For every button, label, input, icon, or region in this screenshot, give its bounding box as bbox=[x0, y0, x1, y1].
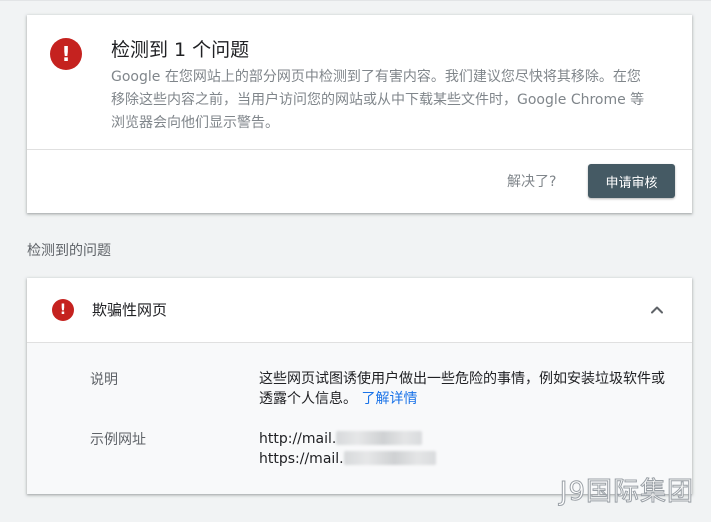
problem-detail-card: ! 欺骗性网页 说明 这些网页试图诱使用户做出一些危险的事情，例如安装垃圾软件或… bbox=[27, 278, 692, 494]
watermark-logo: J9国际集团 bbox=[559, 477, 694, 508]
top-divider bbox=[0, 0, 711, 1]
description-text: 这些网页试图诱使用户做出一些危险的事情，例如安装垃圾软件或透露个人信息。 bbox=[259, 371, 665, 407]
problem-header[interactable]: ! 欺骗性网页 bbox=[27, 278, 692, 343]
issue-summary-card: ! 检测到 1 个问题 Google 在您网站上的部分网页中检测到了有害内容。我… bbox=[27, 15, 692, 213]
detected-issues-heading: 检测到的问题 bbox=[27, 243, 111, 259]
redacted-url-blur bbox=[336, 431, 423, 445]
problem-title: 欺骗性网页 bbox=[92, 301, 168, 319]
example-url-text: http://mail. bbox=[259, 431, 337, 447]
alert-error-icon: ! bbox=[50, 38, 82, 70]
learn-more-link[interactable]: 了解详情 bbox=[361, 391, 417, 407]
example-url: https://mail. bbox=[259, 449, 436, 469]
description-value: 这些网页试图诱使用户做出一些危险的事情，例如安装垃圾软件或透露个人信息。 了解详… bbox=[259, 369, 669, 409]
redacted-url-blur bbox=[343, 451, 436, 465]
chevron-up-icon[interactable] bbox=[645, 298, 669, 322]
example-urls-list: http://mail. https://mail. bbox=[259, 429, 436, 469]
example-url-text: https://mail. bbox=[259, 451, 344, 467]
resolved-prompt: 解决了? bbox=[507, 174, 557, 190]
issue-description: Google 在您网站上的部分网页中检测到了有害内容。我们建议您尽快将其移除。在… bbox=[111, 69, 645, 131]
example-url: http://mail. bbox=[259, 429, 436, 449]
card-divider bbox=[27, 149, 692, 150]
issue-count-title: 检测到 1 个问题 bbox=[111, 39, 250, 61]
description-label: 说明 bbox=[90, 372, 118, 388]
alert-error-icon: ! bbox=[52, 299, 74, 321]
example-urls-label: 示例网址 bbox=[90, 432, 146, 448]
request-review-button[interactable]: 申请审核 bbox=[588, 164, 675, 198]
